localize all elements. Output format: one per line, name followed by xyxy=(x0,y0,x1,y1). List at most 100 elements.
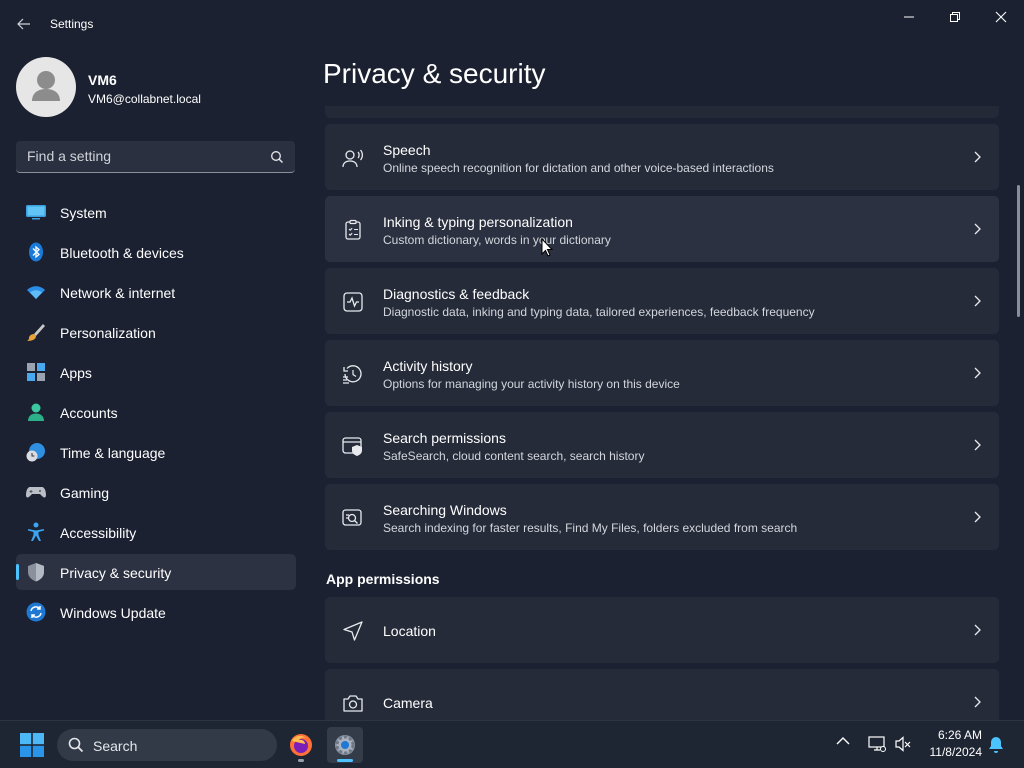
card-description: Diagnostic data, inking and typing data,… xyxy=(383,305,815,319)
profile-name: VM6 xyxy=(88,72,117,88)
monitor-icon xyxy=(26,205,46,220)
sidebar-item-label: Accessibility xyxy=(60,525,137,541)
sidebar-nav: System Bluetooth & devices Network & int… xyxy=(16,194,296,634)
find-setting-box xyxy=(16,141,295,173)
history-icon xyxy=(343,365,362,384)
network-icon[interactable] xyxy=(868,735,886,753)
chevron-right-icon xyxy=(974,151,981,163)
partial-card[interactable] xyxy=(325,106,999,118)
search-windows-icon xyxy=(342,509,362,526)
sidebar-item-label: Personalization xyxy=(60,325,156,341)
accessibility-icon xyxy=(28,522,44,541)
back-button[interactable] xyxy=(10,12,38,36)
sidebar-item-bluetooth[interactable]: Bluetooth & devices xyxy=(16,234,296,270)
active-indicator xyxy=(337,759,353,762)
shield-icon xyxy=(28,563,44,582)
diagnostics-card[interactable]: Diagnostics & feedback Diagnostic data, … xyxy=(325,268,999,334)
camera-icon xyxy=(343,695,363,712)
user-silhouette-icon xyxy=(32,71,60,101)
find-setting-input[interactable] xyxy=(16,141,266,171)
chevron-right-icon xyxy=(974,439,981,451)
card-title: Activity history xyxy=(383,358,473,374)
sidebar-item-accessibility[interactable]: Accessibility xyxy=(16,514,296,550)
notification-bell-icon[interactable] xyxy=(988,736,1004,754)
brush-icon xyxy=(27,324,45,341)
minimize-icon xyxy=(904,16,914,18)
restore-button[interactable] xyxy=(935,6,975,28)
sidebar-item-personalization[interactable]: Personalization xyxy=(16,314,296,350)
settings-list: Speech Online speech recognition for dic… xyxy=(325,106,999,720)
search-icon[interactable] xyxy=(270,150,284,164)
sidebar-item-time-language[interactable]: Time & language xyxy=(16,434,296,470)
diagnostics-icon xyxy=(343,292,363,312)
search-shield-icon xyxy=(342,437,362,456)
avatar[interactable] xyxy=(16,57,76,117)
taskbar: Search 6:26 AM 11/8/2024 xyxy=(0,720,1024,768)
profile-email: VM6@collabnet.local xyxy=(88,92,201,106)
chevron-right-icon xyxy=(974,696,981,708)
mouse-cursor-icon xyxy=(541,238,553,257)
bluetooth-icon xyxy=(29,242,43,262)
chevron-right-icon xyxy=(974,511,981,523)
taskbar-search[interactable]: Search xyxy=(57,729,277,761)
chevron-right-icon xyxy=(974,624,981,636)
apps-icon xyxy=(27,363,45,381)
speech-card[interactable]: Speech Online speech recognition for dic… xyxy=(325,124,999,190)
firefox-icon xyxy=(290,734,312,756)
running-indicator xyxy=(298,759,304,762)
sidebar-item-label: System xyxy=(60,205,107,221)
app-permissions-header: App permissions xyxy=(326,571,440,587)
sidebar-item-apps[interactable]: Apps xyxy=(16,354,296,390)
sidebar-item-accounts[interactable]: Accounts xyxy=(16,394,296,430)
sidebar-item-label: Apps xyxy=(60,365,92,381)
search-permissions-card[interactable]: Search permissions SafeSearch, cloud con… xyxy=(325,412,999,478)
activity-history-card[interactable]: Activity history Options for managing yo… xyxy=(325,340,999,406)
card-description: Online speech recognition for dictation … xyxy=(383,161,774,175)
card-title: Camera xyxy=(383,695,433,711)
title-bar: Settings xyxy=(0,0,1024,48)
globe-clock-icon xyxy=(26,443,45,462)
card-title: Speech xyxy=(383,142,431,158)
sidebar-item-label: Privacy & security xyxy=(60,565,172,581)
app-title: Settings xyxy=(50,17,94,31)
card-description: Options for managing your activity histo… xyxy=(383,377,680,391)
card-description: Search indexing for faster results, Find… xyxy=(383,521,798,535)
taskbar-firefox[interactable] xyxy=(283,727,319,763)
clock-date[interactable]: 11/8/2024 xyxy=(918,745,983,759)
sidebar-item-system[interactable]: System xyxy=(16,194,296,230)
card-title: Search permissions xyxy=(383,430,506,446)
sidebar-item-label: Windows Update xyxy=(60,605,166,621)
minimize-button[interactable] xyxy=(889,6,929,28)
restore-icon xyxy=(950,12,960,22)
sidebar-item-gaming[interactable]: Gaming xyxy=(16,474,296,510)
windows-start-icon[interactable] xyxy=(20,733,44,757)
sidebar-item-privacy-security[interactable]: Privacy & security xyxy=(16,554,296,590)
clock-time[interactable]: 6:26 AM xyxy=(918,728,982,742)
gamepad-icon xyxy=(26,487,46,498)
card-title: Location xyxy=(383,623,436,639)
sidebar-item-label: Gaming xyxy=(60,485,110,501)
taskbar-settings[interactable] xyxy=(327,727,363,763)
card-title: Diagnostics & feedback xyxy=(383,286,530,302)
camera-card[interactable]: Camera xyxy=(325,669,999,720)
settings-gear-icon xyxy=(335,735,355,755)
sidebar-item-label: Bluetooth & devices xyxy=(60,245,184,261)
sidebar-item-network[interactable]: Network & internet xyxy=(16,274,296,310)
close-button[interactable] xyxy=(981,6,1021,28)
sidebar-item-windows-update[interactable]: Windows Update xyxy=(16,594,296,630)
searching-windows-card[interactable]: Searching Windows Search indexing for fa… xyxy=(325,484,999,550)
inking-typing-card[interactable]: Inking & typing personalization Custom d… xyxy=(325,196,999,262)
clipboard-list-icon xyxy=(345,219,361,240)
card-description: Custom dictionary, words in your diction… xyxy=(383,233,611,247)
person-icon xyxy=(28,403,44,421)
location-card[interactable]: Location xyxy=(325,597,999,663)
scrollbar-thumb[interactable] xyxy=(1017,185,1020,317)
volume-muted-icon[interactable] xyxy=(894,735,912,753)
sidebar-item-label: Time & language xyxy=(60,445,166,461)
chevron-right-icon xyxy=(974,223,981,235)
chevron-up-icon[interactable] xyxy=(836,736,850,746)
chevron-right-icon xyxy=(974,367,981,379)
card-title: Searching Windows xyxy=(383,502,507,518)
card-description: SafeSearch, cloud content search, search… xyxy=(383,449,645,463)
search-icon xyxy=(68,737,84,753)
